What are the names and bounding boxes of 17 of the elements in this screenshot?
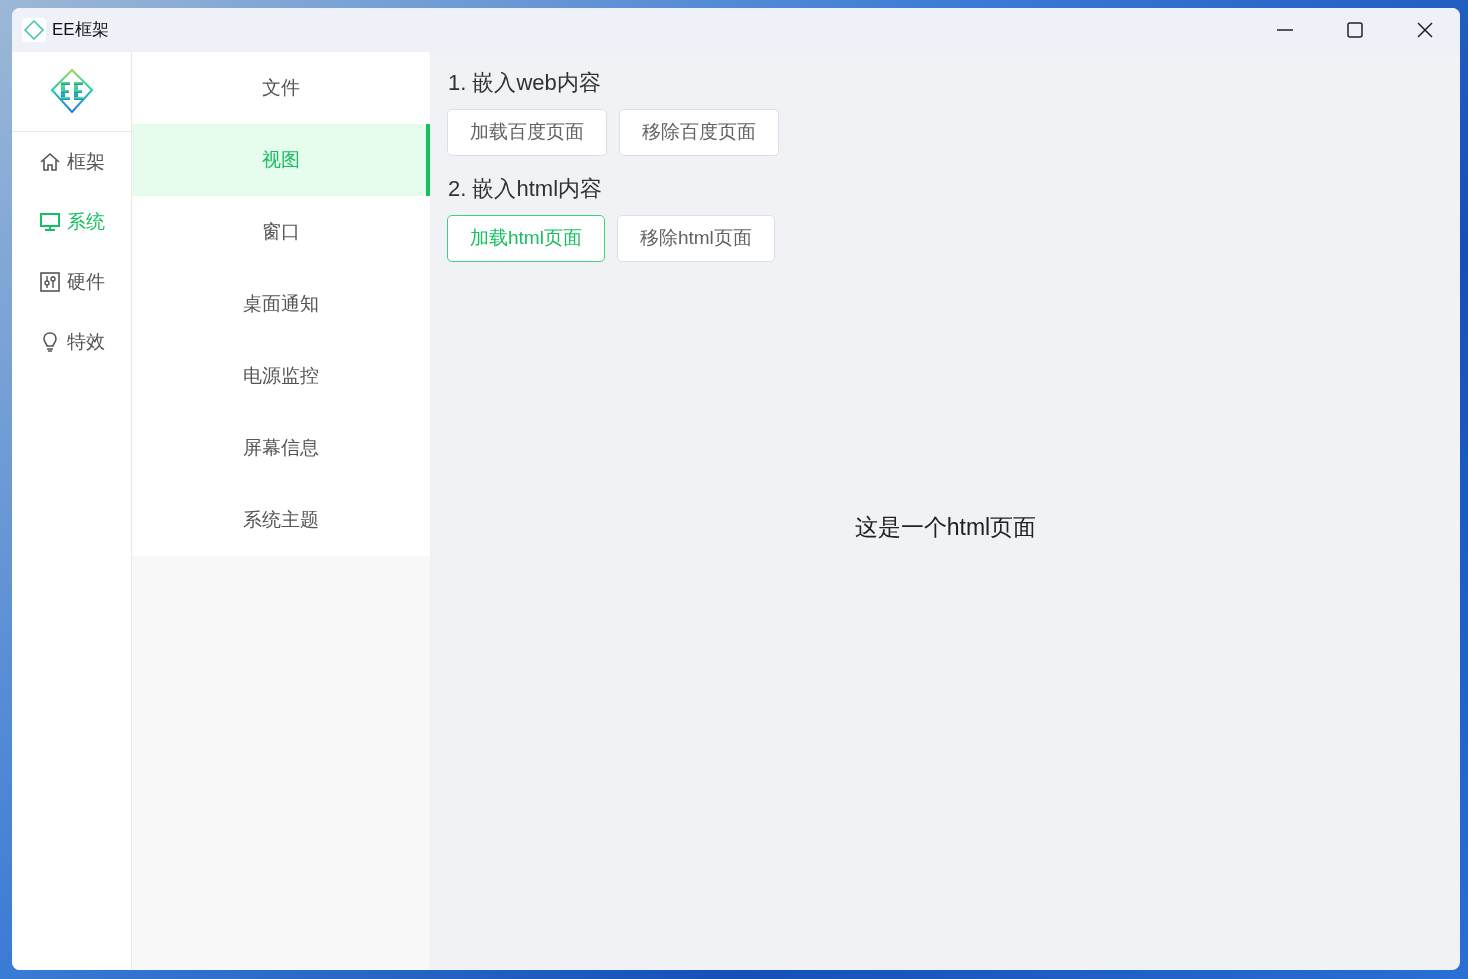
action-button[interactable]: 移除百度页面 <box>619 109 779 156</box>
action-button[interactable]: 加载百度页面 <box>447 109 607 156</box>
minimize-icon <box>1277 29 1293 31</box>
app-logo-icon <box>22 18 46 42</box>
nav-item[interactable]: 框架 <box>12 132 131 192</box>
section-heading: 2. 嵌入html内容 <box>448 175 604 203</box>
nav-item[interactable]: 特效 <box>12 312 131 372</box>
embedded-page-text: 这是一个html页面 <box>854 512 1037 542</box>
section-heading: 1. 嵌入web内容 <box>448 69 602 97</box>
monitor-icon <box>38 211 61 233</box>
nav-item[interactable]: 硬件 <box>12 252 131 312</box>
close-icon <box>1417 22 1433 38</box>
sliders-icon <box>38 271 61 293</box>
home-icon <box>38 151 61 173</box>
window-title: EE框架 <box>52 19 109 42</box>
maximize-icon <box>1347 22 1363 38</box>
action-button[interactable]: 移除html页面 <box>616 215 775 262</box>
